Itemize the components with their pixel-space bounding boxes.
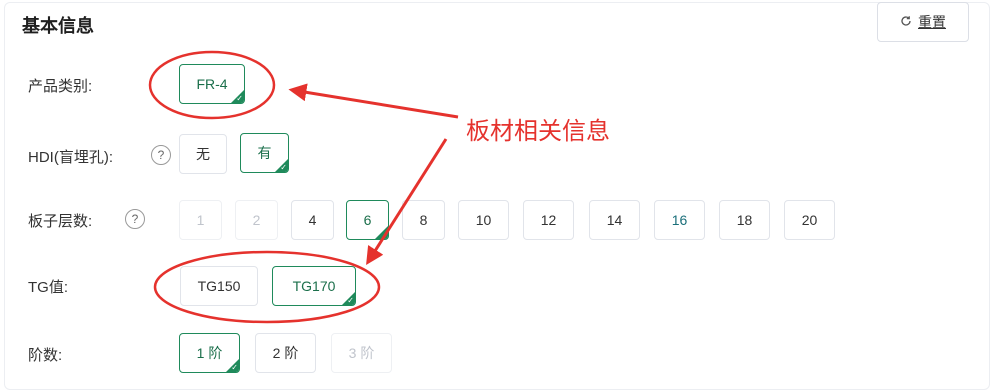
- annotation-overlay: [148, 50, 459, 324]
- check-icon: ✓: [231, 363, 238, 372]
- annotation-ellipse-tg: [153, 250, 381, 324]
- annotation-arrow-down: [366, 138, 448, 266]
- check-icon: ✓: [347, 296, 354, 305]
- annotation-text: 板材相关信息: [466, 117, 610, 145]
- annotation-ellipse-product-type: [148, 50, 276, 120]
- check-icon: ✓: [280, 163, 287, 172]
- check-icon: ✓: [236, 94, 243, 103]
- annotation-arrow-up: [288, 83, 459, 119]
